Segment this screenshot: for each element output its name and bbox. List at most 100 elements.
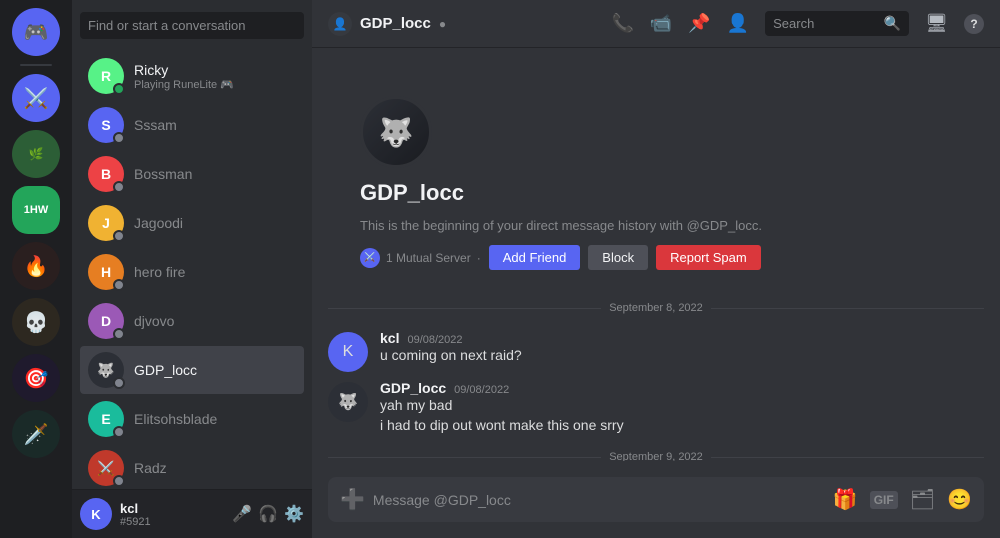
- message-timestamp-1: 09/08/2022: [407, 334, 462, 346]
- profile-username: GDP_locc: [360, 180, 952, 206]
- dm-item-sssam[interactable]: S Sssam: [80, 101, 304, 149]
- mutual-servers-label: 1 Mutual Server: [386, 251, 471, 265]
- server-icon-1[interactable]: ⚔️: [12, 74, 60, 122]
- dm-info-gdplocc: GDP_locc: [134, 362, 296, 378]
- status-elitsohsblade: [113, 426, 125, 438]
- avatar-gdplocc: 🐺: [88, 352, 124, 388]
- server-4-icon: 🔥: [24, 254, 49, 279]
- message-text-2: yah my badi had to dip out wont make thi…: [380, 396, 984, 435]
- server-2-icon: 🌿: [29, 147, 44, 161]
- server-icon-4[interactable]: 🔥: [12, 242, 60, 290]
- dm-item-gdplocc[interactable]: 🐺 GDP_locc: [80, 346, 304, 394]
- user-settings-icon[interactable]: ⚙️: [284, 504, 304, 524]
- dm-item-djvovo[interactable]: D djvovo: [80, 297, 304, 345]
- add-attachment-icon[interactable]: ➕: [340, 477, 365, 522]
- status-gdplocc: [113, 377, 125, 389]
- message-content-1: kcl 09/08/2022 u coming on next raid?: [380, 330, 984, 372]
- date-divider-sep8: September 8, 2022: [328, 302, 984, 314]
- server-1hw-label: 1HW: [24, 204, 48, 216]
- mute-microphone-icon[interactable]: 🎤: [232, 504, 252, 524]
- message-header-1: kcl 09/08/2022: [380, 330, 984, 346]
- dm-item-ricky[interactable]: R Ricky Playing RuneLite 🎮: [80, 52, 304, 100]
- server-icon-6[interactable]: 🎯: [12, 354, 60, 402]
- server-1-icon: ⚔️: [24, 86, 49, 111]
- channel-header: 👤 GDP_locc ● 📞 📹 📌 👤 🔍 🖥 ?: [312, 0, 1000, 48]
- dm-name-jagoodi: Jagoodi: [134, 215, 296, 231]
- header-icons: 📞 📹 📌 👤 🔍 🖥 ?: [611, 11, 984, 36]
- status-djvovo: [113, 328, 125, 340]
- deafen-headset-icon[interactable]: 🎧: [258, 504, 278, 524]
- status-herofire: [113, 279, 125, 291]
- gift-icon[interactable]: 🎁: [833, 477, 858, 522]
- gif-icon[interactable]: GIF: [870, 491, 898, 509]
- call-icon[interactable]: 📞: [611, 13, 633, 34]
- emoji-icon[interactable]: 😊: [947, 477, 972, 522]
- dm-info-herofire: hero fire: [134, 264, 296, 280]
- video-icon[interactable]: 📹: [650, 13, 672, 34]
- search-input[interactable]: [80, 12, 304, 39]
- header-search-input[interactable]: [773, 16, 880, 31]
- report-spam-button[interactable]: Report Spam: [656, 245, 761, 270]
- sticker-icon[interactable]: 🗂: [910, 477, 935, 522]
- profile-avatar-large: 🐺: [360, 96, 432, 168]
- pin-icon[interactable]: 📌: [688, 13, 710, 34]
- dm-info-sssam: Sssam: [134, 117, 296, 133]
- status-jagoodi: [113, 230, 125, 242]
- dm-info-ricky: Ricky Playing RuneLite 🎮: [134, 62, 296, 91]
- user-panel: K kcl #5921 🎤 🎧 ⚙️: [72, 489, 312, 538]
- server-sidebar: 🎮 ⚔️ 🌿 1HW 🔥 💀 🎯 🗡️: [0, 0, 72, 538]
- server-icon-1hw[interactable]: 1HW: [12, 186, 60, 234]
- dm-item-bossman[interactable]: B Bossman: [80, 150, 304, 198]
- add-friend-button[interactable]: Add Friend: [489, 245, 581, 270]
- dm-info-bossman: Bossman: [134, 166, 296, 182]
- status-sssam: [113, 132, 125, 144]
- status-bossman: [113, 181, 125, 193]
- user-panel-discriminator: #5921: [120, 516, 224, 528]
- dm-item-elitsohsblade[interactable]: E Elitsohsblade: [80, 395, 304, 443]
- discord-logo-icon: 🎮: [24, 20, 49, 45]
- message-input[interactable]: [373, 481, 825, 519]
- message-timestamp-2: 09/08/2022: [454, 384, 509, 396]
- add-friend-icon[interactable]: 👤: [727, 13, 749, 34]
- server-icon-7[interactable]: 🗡️: [12, 410, 60, 458]
- dm-name-gdplocc: GDP_locc: [134, 362, 296, 378]
- channel-header-avatar: 👤: [328, 12, 352, 36]
- dm-item-radz[interactable]: ⚔️ Radz: [80, 444, 304, 489]
- dm-name-sssam: Sssam: [134, 117, 296, 133]
- profile-description: This is the beginning of your direct mes…: [360, 218, 952, 233]
- server-icon-5[interactable]: 💀: [12, 298, 60, 346]
- message-group-1: K kcl 09/08/2022 u coming on next raid?: [328, 330, 984, 372]
- message-avatar-gdplocc-2: 🐺: [328, 382, 368, 422]
- avatar-djvovo: D: [88, 303, 124, 339]
- help-icon[interactable]: ?: [964, 14, 984, 34]
- dm-name-radz: Radz: [134, 460, 296, 476]
- dm-name-herofire: hero fire: [134, 264, 296, 280]
- messages-area: 🐺 GDP_locc This is the beginning of your…: [312, 48, 1000, 461]
- server-6-icon: 🎯: [24, 366, 49, 391]
- dm-item-herofire[interactable]: H hero fire: [80, 248, 304, 296]
- server-icon-2[interactable]: 🌿: [12, 130, 60, 178]
- mutual-servers-dot: ·: [477, 251, 481, 265]
- avatar-herofire: H: [88, 254, 124, 290]
- dm-list: R Ricky Playing RuneLite 🎮 S Sssam B: [72, 51, 312, 489]
- dm-name-bossman: Bossman: [134, 166, 296, 182]
- user-panel-name: kcl: [120, 501, 224, 516]
- dm-sub-ricky: Playing RuneLite 🎮: [134, 78, 296, 91]
- message-input-box: ➕ 🎁 GIF 🗂 😊: [328, 477, 984, 522]
- main-content: 👤 GDP_locc ● 📞 📹 📌 👤 🔍 🖥 ? 🐺 GDP_locc Th…: [312, 0, 1000, 538]
- input-actions: 🎁 GIF 🗂 😊: [833, 477, 972, 522]
- profile-area: 🐺 GDP_locc This is the beginning of your…: [328, 64, 984, 286]
- avatar-ricky: R: [88, 58, 124, 94]
- block-button[interactable]: Block: [588, 245, 648, 270]
- channel-header-status-dot: ●: [439, 17, 446, 31]
- dm-name-ricky: Ricky: [134, 62, 296, 78]
- dm-info-jagoodi: Jagoodi: [134, 215, 296, 231]
- avatar-elitsohsblade: E: [88, 401, 124, 437]
- message-avatar-kcl-1: K: [328, 332, 368, 372]
- inbox-icon[interactable]: 🖥: [925, 13, 948, 34]
- server-icon-home[interactable]: 🎮: [12, 8, 60, 56]
- date-sep9-label: September 9, 2022: [609, 451, 703, 461]
- dm-info-djvovo: djvovo: [134, 313, 296, 329]
- date-sep8-label: September 8, 2022: [609, 302, 703, 314]
- dm-item-jagoodi[interactable]: J Jagoodi: [80, 199, 304, 247]
